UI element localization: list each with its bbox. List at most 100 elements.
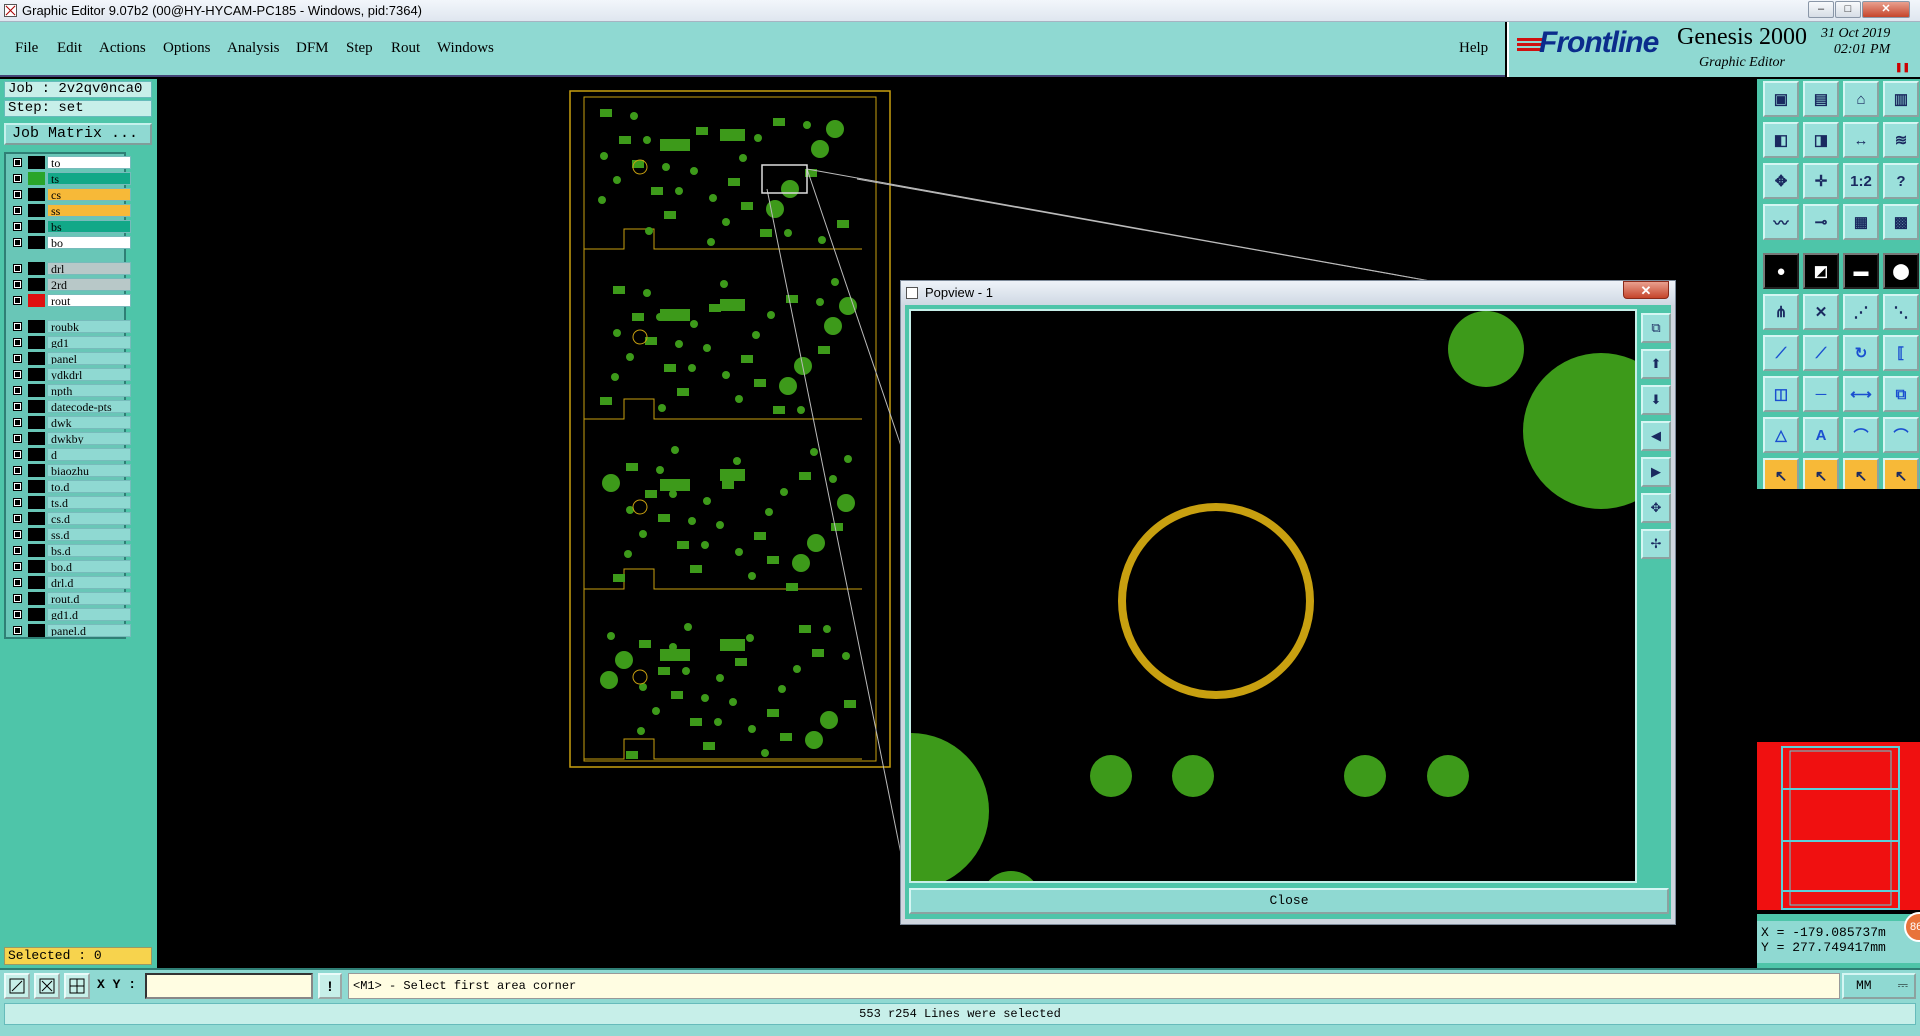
- layer-color-swatch[interactable]: [28, 188, 45, 201]
- layer-row-dwk[interactable]: dwk: [9, 416, 131, 429]
- layer-name[interactable]: ts: [47, 172, 131, 185]
- minimize-button[interactable]: –: [1808, 1, 1834, 18]
- square-node-icon[interactable]: ◫: [1763, 376, 1799, 412]
- layer-row-drl[interactable]: drl: [9, 262, 131, 275]
- layer-row-to[interactable]: to: [9, 156, 131, 169]
- layer-row-rout-d[interactable]: rout.d: [9, 592, 131, 605]
- layer-checkbox[interactable]: [13, 514, 22, 523]
- mirror-icon[interactable]: ↔: [1843, 122, 1879, 158]
- layer-name[interactable]: rout: [47, 294, 131, 307]
- layer-row-npth[interactable]: npth: [9, 384, 131, 397]
- right-align-icon[interactable]: ◨: [1803, 122, 1839, 158]
- layer-color-swatch[interactable]: [28, 400, 45, 413]
- layer-checkbox[interactable]: [13, 264, 22, 273]
- fit-all-icon[interactable]: ✥: [1641, 493, 1671, 523]
- maximize-button[interactable]: □: [1835, 1, 1861, 18]
- stack-icon[interactable]: ▦: [1843, 204, 1879, 240]
- left-align-icon[interactable]: ◧: [1763, 122, 1799, 158]
- layer-checkbox[interactable]: [13, 158, 22, 167]
- layer-checkbox[interactable]: [13, 610, 22, 619]
- cross-icon[interactable]: ✕: [1803, 294, 1839, 330]
- layer-row-bs-d[interactable]: bs.d: [9, 544, 131, 557]
- grid-icon[interactable]: [64, 973, 90, 999]
- layer-color-swatch[interactable]: [28, 220, 45, 233]
- layer-name[interactable]: panel.d: [47, 624, 131, 637]
- save-icon[interactable]: ▤: [1803, 81, 1839, 117]
- rotate-icon[interactable]: ↻: [1843, 335, 1879, 371]
- menu-step[interactable]: Step: [346, 40, 373, 57]
- fit-window-icon[interactable]: ✢: [1641, 529, 1671, 559]
- route-icon[interactable]: ◩: [1803, 253, 1839, 289]
- layer-row-gd1-d[interactable]: gd1.d: [9, 608, 131, 621]
- layer-row-ss[interactable]: ss: [9, 204, 131, 217]
- layer-color-swatch[interactable]: [28, 576, 45, 589]
- layer-row-d[interactable]: d: [9, 448, 131, 461]
- layer-color-swatch[interactable]: [28, 624, 45, 637]
- layer-checkbox[interactable]: [13, 498, 22, 507]
- layer-checkbox[interactable]: [13, 626, 22, 635]
- layer-color-swatch[interactable]: [28, 172, 45, 185]
- layer-checkbox[interactable]: [13, 338, 22, 347]
- layer-color-swatch[interactable]: [28, 464, 45, 477]
- pan-up-icon[interactable]: ⬇: [1641, 385, 1671, 415]
- bracket-icon[interactable]: ⟦: [1883, 335, 1919, 371]
- layer-checkbox[interactable]: [13, 174, 22, 183]
- menu-options[interactable]: Options: [163, 40, 211, 57]
- range-icon[interactable]: ⟷: [1843, 376, 1879, 412]
- layer-color-swatch[interactable]: [28, 480, 45, 493]
- layer-checkbox[interactable]: [13, 594, 22, 603]
- layer-color-swatch[interactable]: [28, 592, 45, 605]
- arch-icon[interactable]: ⌒: [1843, 417, 1879, 453]
- layer-row-biaozhu[interactable]: biaozhu: [9, 464, 131, 477]
- layer-checkbox[interactable]: [13, 296, 22, 305]
- layer-checkbox[interactable]: [13, 546, 22, 555]
- layer-name[interactable]: bs: [47, 220, 131, 233]
- pad-add-icon[interactable]: ●: [1763, 253, 1799, 289]
- layer-name[interactable]: drl.d: [47, 576, 131, 589]
- zoom-area-icon[interactable]: [4, 973, 30, 999]
- layer-row-ts[interactable]: ts: [9, 172, 131, 185]
- cluster-icon[interactable]: ⧉: [1883, 376, 1919, 412]
- layer-row-cs[interactable]: cs: [9, 188, 131, 201]
- layer-row-datecode-pts[interactable]: datecode-pts: [9, 400, 131, 413]
- help-icon[interactable]: ?: [1883, 163, 1919, 199]
- layer-name[interactable]: cs: [47, 188, 131, 201]
- layer-color-swatch[interactable]: [28, 320, 45, 333]
- layer-checkbox[interactable]: [13, 386, 22, 395]
- layer-name[interactable]: drl: [47, 262, 131, 275]
- layer-name[interactable]: panel: [47, 352, 131, 365]
- layer-name[interactable]: rout.d: [47, 592, 131, 605]
- job-matrix-button[interactable]: Job Matrix ...: [4, 123, 152, 145]
- layer-checkbox[interactable]: [13, 562, 22, 571]
- layer-checkbox[interactable]: [13, 466, 22, 475]
- minus-icon[interactable]: ─: [1803, 376, 1839, 412]
- ruler-icon[interactable]: ▬: [1843, 253, 1879, 289]
- open-step-icon[interactable]: ▣: [1763, 81, 1799, 117]
- layer-checkbox[interactable]: [13, 450, 22, 459]
- xy-input[interactable]: [145, 973, 313, 999]
- exclamation-icon[interactable]: !: [318, 973, 342, 999]
- layer-checkbox[interactable]: [13, 418, 22, 427]
- layer-row-ts-d[interactable]: ts.d: [9, 496, 131, 509]
- close-window-button[interactable]: ✕: [1862, 1, 1910, 18]
- layer-name[interactable]: ydkdrl: [47, 368, 131, 381]
- probe-icon[interactable]: ⊸: [1803, 204, 1839, 240]
- layer-row-ydkdrl[interactable]: ydkdrl: [9, 368, 131, 381]
- units-selector[interactable]: MM ⎓: [1842, 973, 1916, 999]
- wave-icon[interactable]: 〰: [1763, 204, 1799, 240]
- net-icon[interactable]: ⋰: [1843, 294, 1879, 330]
- layer-checkbox[interactable]: [13, 322, 22, 331]
- layer-checkbox[interactable]: [13, 370, 22, 379]
- line-draw-icon[interactable]: ⟋: [1763, 335, 1799, 371]
- layer-color-swatch[interactable]: [28, 368, 45, 381]
- layer-row-roubk[interactable]: roubk: [9, 320, 131, 333]
- layer-row-bo[interactable]: bo: [9, 236, 131, 249]
- layer-color-swatch[interactable]: [28, 352, 45, 365]
- layer-name[interactable]: ss.d: [47, 528, 131, 541]
- node-connect-icon[interactable]: ⋔: [1763, 294, 1799, 330]
- zoom-out-icon[interactable]: ⬆: [1641, 349, 1671, 379]
- layer-name[interactable]: cs.d: [47, 512, 131, 525]
- branch-icon[interactable]: ⋱: [1883, 294, 1919, 330]
- layer-checkbox[interactable]: [13, 238, 22, 247]
- measure-icon[interactable]: [34, 973, 60, 999]
